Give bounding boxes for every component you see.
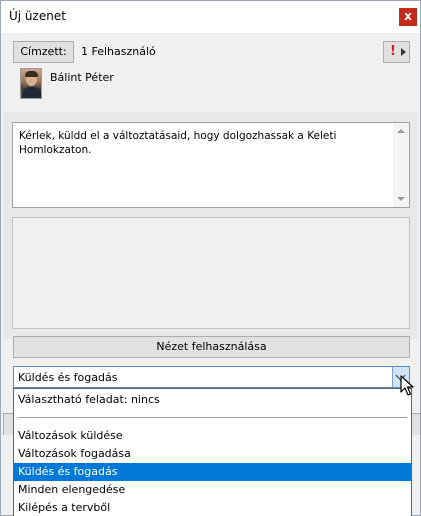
task-combobox[interactable]: Küldés és fogadás <box>13 366 410 388</box>
dropdown-option[interactable]: Kilépés a tervből <box>14 499 411 516</box>
dropdown-option[interactable]: Változások küldése <box>14 427 411 445</box>
hidden-button-left <box>3 413 13 435</box>
mouse-cursor-icon <box>400 375 414 396</box>
view-preview-area <box>12 217 410 329</box>
task-dropdown-list: Választható feladat: nincs Változások kü… <box>13 388 412 516</box>
chevron-right-icon <box>401 48 406 56</box>
dropdown-option[interactable]: Változások fogadása <box>14 445 411 463</box>
use-view-button[interactable]: Nézet felhasználása <box>13 336 410 358</box>
scroll-up-icon[interactable] <box>397 129 405 133</box>
recipients-button[interactable]: Címzett: <box>13 41 74 63</box>
task-combobox-value: Küldés és fogadás <box>18 371 118 384</box>
recipient-count: 1 Felhasználó <box>81 45 156 58</box>
message-text: Kérlek, küldd el a változtatásaid, hogy … <box>19 130 337 156</box>
dropdown-option-selected[interactable]: Küldés és fogadás <box>14 463 411 481</box>
message-textarea[interactable]: Kérlek, küldd el a változtatásaid, hogy … <box>12 122 410 208</box>
scroll-down-icon[interactable] <box>397 197 405 201</box>
recipient-name: Bálint Péter <box>50 71 114 84</box>
priority-icon: ! <box>390 44 396 59</box>
dropdown-option[interactable]: Választható feladat: nincs <box>14 391 411 409</box>
new-message-window: Új üzenet x Címzett: 1 Felhasználó ! Bál… <box>0 0 421 516</box>
close-button[interactable]: x <box>399 8 417 26</box>
dropdown-option[interactable]: Minden elengedése <box>14 481 411 499</box>
title-bar: Új üzenet x <box>1 1 420 33</box>
dropdown-separator <box>18 417 407 418</box>
message-scrollbar[interactable] <box>393 123 409 207</box>
avatar <box>20 68 42 99</box>
priority-button[interactable]: ! <box>383 41 410 63</box>
window-title: Új üzenet <box>9 9 66 23</box>
